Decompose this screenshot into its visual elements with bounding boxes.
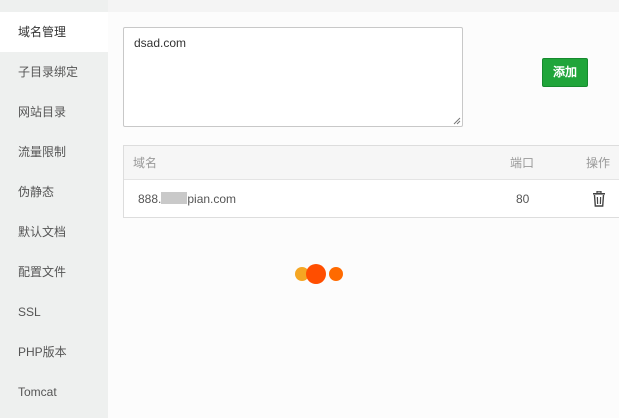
column-header-action: 操作 [586,156,611,170]
add-domain-button[interactable]: 添加 [542,58,588,87]
sidebar-item-tomcat[interactable]: Tomcat [0,372,108,412]
sidebar-item-php-version[interactable]: PHP版本 [0,332,108,372]
loader-dot-center [306,264,326,284]
domain-cell: 888. pian.com [138,180,236,218]
domain-textarea[interactable]: dsad.com [123,27,463,127]
sidebar-item-subdirectory-binding[interactable]: 子目录绑定 [0,52,108,92]
domain-suffix: pian.com [187,192,237,206]
table-header: 域名 端口 操作 [124,146,619,180]
redaction-mask [161,192,188,204]
domain-table: 域名 端口 操作 888. pian.com 80 [123,145,619,218]
sidebar-item-default-document[interactable]: 默认文档 [0,212,108,252]
top-strip [108,0,619,12]
column-header-port: 端口 [510,156,535,170]
sidebar-item-ssl[interactable]: SSL [0,292,108,332]
loading-indicator [294,263,346,285]
sidebar-item-rewrite[interactable]: 伪静态 [0,172,108,212]
sidebar: 域名管理 子目录绑定 网站目录 流量限制 伪静态 默认文档 配置文件 SSL P… [0,0,108,418]
site-settings-panel: 域名管理 子目录绑定 网站目录 流量限制 伪静态 默认文档 配置文件 SSL P… [0,0,619,418]
sidebar-item-domain-management[interactable]: 域名管理 [0,12,108,52]
domain-prefix: 888. [138,192,162,206]
sidebar-item-config-file[interactable]: 配置文件 [0,252,108,292]
table-row: 888. pian.com 80 [124,180,619,218]
column-header-domain: 域名 [133,156,158,170]
sidebar-item-traffic-limit[interactable]: 流量限制 [0,132,108,172]
trash-icon[interactable] [592,191,606,207]
loader-dot-right [329,267,343,281]
sidebar-item-site-directory[interactable]: 网站目录 [0,92,108,132]
port-cell: 80 [516,192,530,206]
